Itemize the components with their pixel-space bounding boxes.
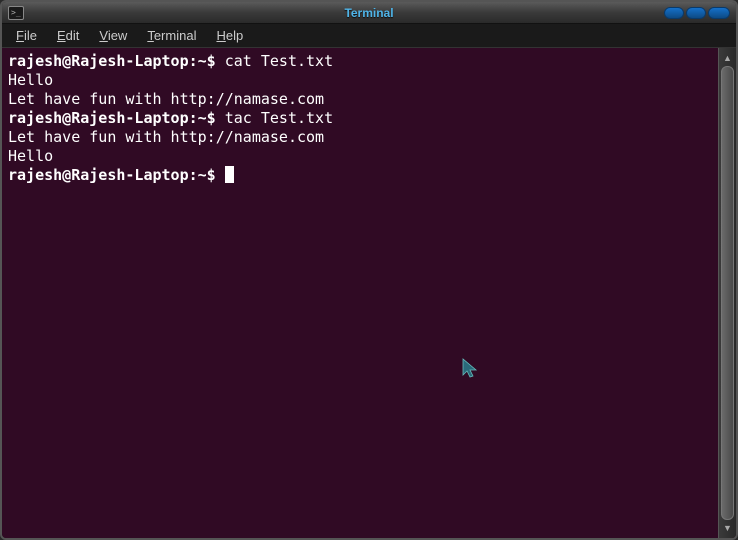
terminal-line: rajesh@Rajesh-Laptop:~$ bbox=[8, 166, 712, 185]
scroll-up-icon[interactable]: ▲ bbox=[719, 50, 736, 66]
window-title: Terminal bbox=[344, 6, 393, 20]
terminal-window: >_ Terminal File Edit View Terminal Help… bbox=[0, 0, 738, 540]
prompt: rajesh@Rajesh-Laptop:~$ bbox=[8, 52, 225, 70]
scrollbar-track[interactable] bbox=[721, 66, 734, 520]
scroll-down-icon[interactable]: ▼ bbox=[719, 520, 736, 536]
terminal-area[interactable]: rajesh@Rajesh-Laptop:~$ cat Test.txt Hel… bbox=[2, 48, 718, 538]
terminal-line: Let have fun with http://namase.com bbox=[8, 90, 712, 109]
terminal-line: rajesh@Rajesh-Laptop:~$ cat Test.txt bbox=[8, 52, 712, 71]
terminal-line: Let have fun with http://namase.com bbox=[8, 128, 712, 147]
menu-terminal[interactable]: Terminal bbox=[139, 26, 204, 45]
terminal-icon: >_ bbox=[8, 6, 24, 20]
scrollbar-thumb[interactable] bbox=[721, 66, 734, 520]
command-text: cat Test.txt bbox=[225, 52, 333, 70]
prompt: rajesh@Rajesh-Laptop:~$ bbox=[8, 109, 225, 127]
minimize-button[interactable] bbox=[664, 7, 684, 19]
terminal-line: rajesh@Rajesh-Laptop:~$ tac Test.txt bbox=[8, 109, 712, 128]
menubar: File Edit View Terminal Help bbox=[2, 24, 736, 48]
command-text: tac Test.txt bbox=[225, 109, 333, 127]
menu-help[interactable]: Help bbox=[208, 26, 251, 45]
prompt: rajesh@Rajesh-Laptop:~$ bbox=[8, 166, 225, 184]
cursor-block bbox=[225, 166, 234, 183]
terminal-line: Hello bbox=[8, 71, 712, 90]
terminal-container: rajesh@Rajesh-Laptop:~$ cat Test.txt Hel… bbox=[2, 48, 736, 538]
terminal-icon-glyph: >_ bbox=[11, 8, 21, 17]
window-controls bbox=[664, 7, 730, 19]
menu-view[interactable]: View bbox=[91, 26, 135, 45]
mouse-cursor-icon bbox=[462, 358, 482, 382]
maximize-button[interactable] bbox=[686, 7, 706, 19]
menu-file[interactable]: File bbox=[8, 26, 45, 45]
titlebar[interactable]: >_ Terminal bbox=[2, 2, 736, 24]
terminal-line: Hello bbox=[8, 147, 712, 166]
menu-edit[interactable]: Edit bbox=[49, 26, 87, 45]
scrollbar[interactable]: ▲ ▼ bbox=[718, 48, 736, 538]
close-button[interactable] bbox=[708, 7, 730, 19]
